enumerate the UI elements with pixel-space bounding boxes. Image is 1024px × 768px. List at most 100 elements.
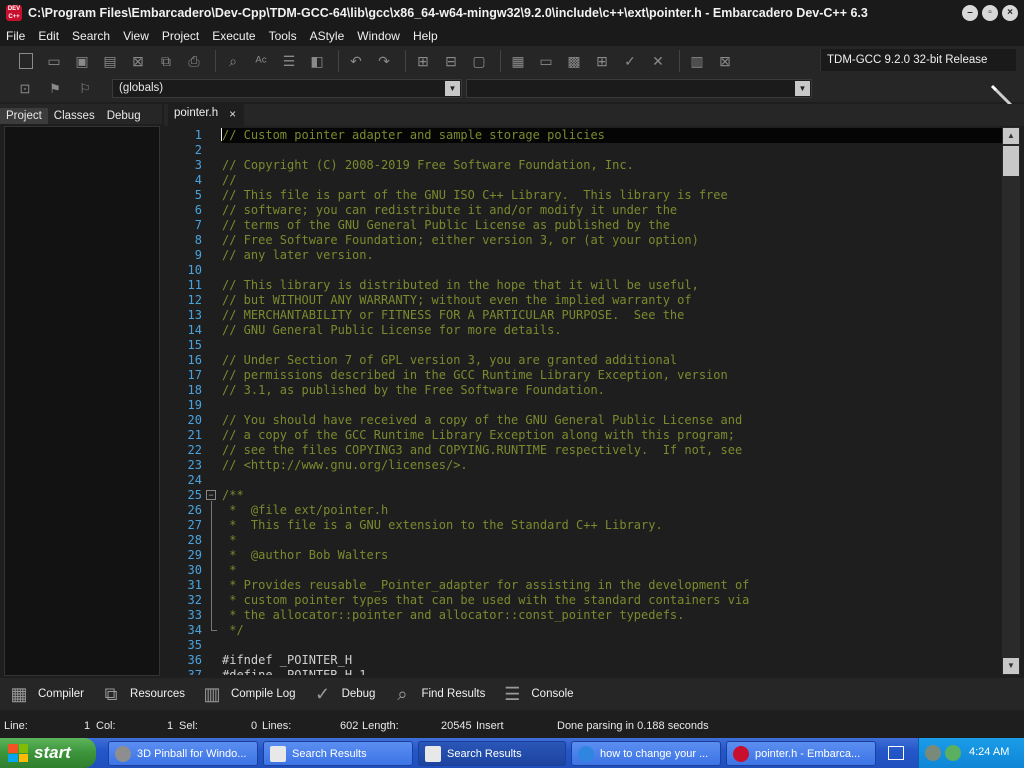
line-number[interactable]: 35 [166, 638, 202, 653]
line-number[interactable]: 34 [166, 623, 202, 638]
code-line[interactable]: // This file is part of the GNU ISO C++ … [222, 188, 728, 203]
scroll-up-icon[interactable]: ▲ [1003, 128, 1019, 144]
line-number[interactable]: 28 [166, 533, 202, 548]
line-number[interactable]: 18 [166, 383, 202, 398]
maximize-button[interactable]: ▫ [982, 5, 998, 21]
line-number[interactable]: 24 [166, 473, 202, 488]
menu-execute[interactable]: Execute [212, 29, 255, 43]
project-options-button[interactable]: ▢ [467, 49, 491, 73]
line-number[interactable]: 5 [166, 188, 202, 203]
compile-button[interactable]: ▦ [506, 49, 530, 73]
save-all-button[interactable]: ▤ [98, 49, 122, 73]
line-number[interactable]: 22 [166, 443, 202, 458]
menu-search[interactable]: Search [72, 29, 110, 43]
line-number[interactable]: 14 [166, 323, 202, 338]
code-line[interactable]: // Custom pointer adapter and sample sto… [222, 128, 1002, 143]
code-line[interactable]: // Free Software Foundation; either vers… [222, 233, 699, 248]
redo-button[interactable]: ↷ [372, 49, 396, 73]
line-number[interactable]: 29 [166, 548, 202, 563]
goto-line-button[interactable]: ☰ [277, 49, 301, 73]
insert-button[interactable]: ⊡ [14, 78, 36, 100]
code-line[interactable]: */ [222, 623, 243, 638]
tab-project[interactable]: Project [0, 108, 48, 124]
task-pinball[interactable]: 3D Pinball for Windo... [108, 741, 258, 766]
menu-tools[interactable]: Tools [269, 29, 297, 43]
line-number[interactable]: 23 [166, 458, 202, 473]
line-number[interactable]: 37 [166, 668, 202, 675]
minimize-button[interactable]: – [962, 5, 978, 21]
code-line[interactable]: * @file ext/pointer.h [222, 503, 388, 518]
code-line[interactable]: * [222, 533, 236, 548]
line-number[interactable]: 9 [166, 248, 202, 263]
scroll-down-icon[interactable]: ▼ [1003, 658, 1019, 674]
code-line[interactable]: /** [222, 488, 244, 503]
code-line[interactable]: // 3.1, as published by the Free Softwar… [222, 383, 605, 398]
line-number[interactable]: 27 [166, 518, 202, 533]
scroll-thumb[interactable] [1003, 146, 1019, 176]
new-file-button[interactable] [14, 49, 38, 73]
code-line[interactable]: * [222, 563, 236, 578]
volume-icon[interactable] [945, 745, 961, 761]
undo-button[interactable]: ↶ [344, 49, 368, 73]
close-button[interactable]: × [1002, 5, 1018, 21]
menu-window[interactable]: Window [357, 29, 400, 43]
scope-dropdown[interactable]: (globals) ▼ [112, 79, 462, 98]
code-line[interactable]: // Copyright (C) 2008-2019 Free Software… [222, 158, 634, 173]
tab-resources[interactable]: ⧉ Resources [98, 681, 185, 707]
menu-file[interactable]: File [6, 29, 25, 43]
toggle-bookmark-button[interactable]: ◧ [305, 49, 329, 73]
tab-debug-output[interactable]: ✓ Debug [310, 681, 375, 707]
code-line[interactable]: * the allocator::pointer and allocator::… [222, 608, 684, 623]
menu-view[interactable]: View [123, 29, 149, 43]
tab-debug[interactable]: Debug [101, 108, 147, 124]
line-number[interactable]: 10 [166, 263, 202, 278]
line-number[interactable]: 11 [166, 278, 202, 293]
tab-compile-log[interactable]: ▥ Compile Log [199, 681, 295, 707]
start-button[interactable]: start [0, 738, 96, 768]
close-file-button[interactable]: ⊠ [126, 49, 150, 73]
profile-button[interactable]: ▥ [685, 49, 709, 73]
task-devcpp[interactable]: pointer.h - Embarca... [726, 741, 876, 766]
code-line[interactable]: // permissions described in the GCC Runt… [222, 368, 728, 383]
tab-find-results[interactable]: ⌕ Find Results [389, 681, 485, 707]
code-line[interactable]: // software; you can redistribute it and… [222, 203, 677, 218]
code-line[interactable]: #ifndef _POINTER_H [222, 653, 352, 668]
code-line[interactable]: // This library is distributed in the ho… [222, 278, 699, 293]
find-button[interactable]: ⌕ [221, 49, 245, 73]
line-number[interactable]: 4 [166, 173, 202, 188]
tab-compiler[interactable]: ▦ Compiler [6, 681, 84, 707]
code-line[interactable]: // Under Section 7 of GPL version 3, you… [222, 353, 677, 368]
chevron-down-icon[interactable]: ▼ [795, 81, 810, 96]
menu-help[interactable]: Help [413, 29, 438, 43]
code-line[interactable]: // [222, 173, 236, 188]
code-line[interactable]: * This file is a GNU extension to the St… [222, 518, 662, 533]
code-line[interactable]: * @author Bob Walters [222, 548, 388, 563]
line-number[interactable]: 12 [166, 293, 202, 308]
line-number[interactable]: 26 [166, 503, 202, 518]
line-number[interactable]: 31 [166, 578, 202, 593]
code-line[interactable]: // MERCHANTABILITY or FITNESS FOR A PART… [222, 308, 684, 323]
line-number[interactable]: 7 [166, 218, 202, 233]
line-number[interactable]: 33 [166, 608, 202, 623]
line-number[interactable]: 30 [166, 563, 202, 578]
code-editor[interactable]: 1 2 3 4 5 6 7 8 9 10 11 12 13 14 15 16 17 18 19 20 21 22 23 24 2… [166, 127, 1002, 675]
task-search-results-2[interactable]: Search Results [418, 741, 566, 766]
code-line[interactable]: // a copy of the GCC Runtime Library Exc… [222, 428, 735, 443]
task-browser[interactable]: how to change your ... [571, 741, 721, 766]
task-search-results-1[interactable]: Search Results [263, 741, 413, 766]
code-line[interactable]: * Provides reusable _Pointer_adapter for… [222, 578, 749, 593]
menu-edit[interactable]: Edit [38, 29, 59, 43]
function-dropdown[interactable]: ▼ [466, 79, 812, 98]
compiler-selector[interactable]: TDM-GCC 9.2.0 32-bit Release [820, 49, 1016, 71]
menu-project[interactable]: Project [162, 29, 199, 43]
delete-profile-button[interactable]: ⊠ [713, 49, 737, 73]
code-line[interactable]: // see the files COPYING3 and COPYING.RU… [222, 443, 742, 458]
devcpp-app-icon[interactable]: DEV C++ [6, 5, 22, 21]
line-number[interactable]: 1 [166, 128, 202, 143]
vertical-scrollbar[interactable]: ▲ ▼ [1002, 127, 1020, 675]
keyboard-icon[interactable] [888, 746, 904, 760]
line-number[interactable]: 21 [166, 428, 202, 443]
syntax-check-button[interactable]: ✓ [618, 49, 642, 73]
line-number[interactable]: 13 [166, 308, 202, 323]
line-number[interactable]: 6 [166, 203, 202, 218]
